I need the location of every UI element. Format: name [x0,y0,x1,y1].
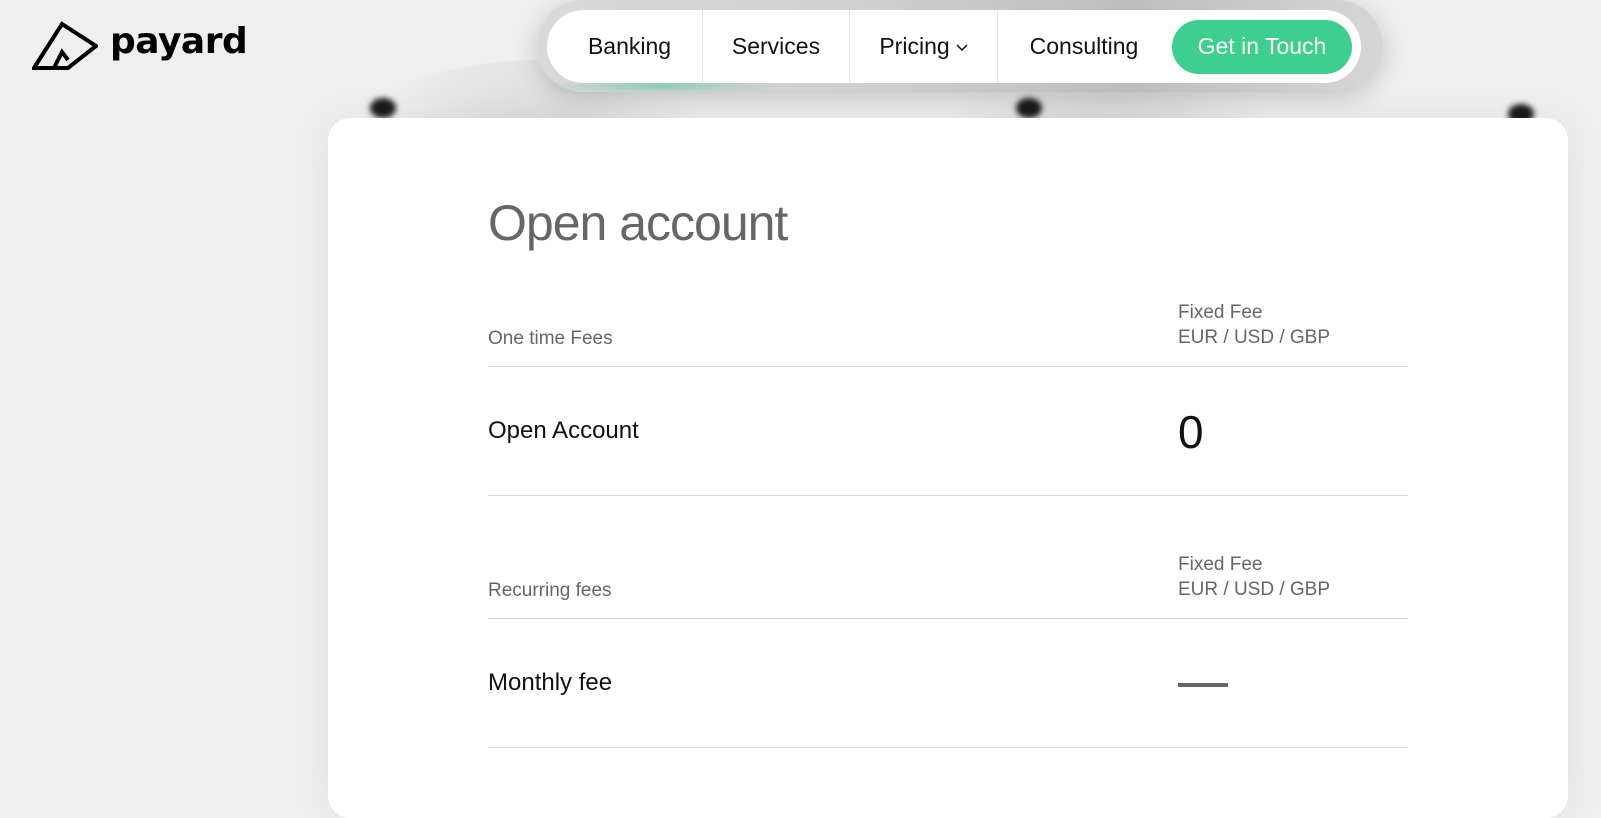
fee-column-header: Fixed Fee EUR / USD / GBP [1178,300,1330,350]
logo-mark-icon [32,20,98,70]
fee-name: Monthly fee [488,669,613,696]
decorative-dot [1016,98,1042,118]
get-in-touch-button[interactable]: Get in Touch [1172,19,1352,74]
chevron-down-icon [956,31,968,58]
main-nav: Banking Services Pricing Consulting Get … [547,10,1361,83]
nav-item-pricing-label: Pricing [879,33,950,59]
section-header-one-time-fees: One time Fees Fixed Fee EUR / USD / GBP [488,302,1408,367]
nav-item-banking[interactable]: Banking [547,10,703,83]
nav-item-services[interactable]: Services [703,10,850,83]
table-row: Open Account 0 [488,367,1408,496]
fee-value: 0 [1178,406,1204,458]
fee-name: Open Account [488,417,639,444]
fee-column-header: Fixed Fee EUR / USD / GBP [1178,552,1330,602]
fee-header-title: Fixed Fee [1178,554,1263,575]
section-label: Recurring fees [488,580,612,601]
fee-header-currencies: EUR / USD / GBP [1178,327,1331,348]
nav-item-consulting[interactable]: Consulting [998,10,1170,83]
fee-header-currencies: EUR / USD / GBP [1178,579,1331,600]
section-label: One time Fees [488,328,613,349]
fee-header-title: Fixed Fee [1178,302,1263,323]
table-row: Monthly fee — [488,619,1408,748]
brand-name: payard [110,21,248,62]
pricing-card: Open account One time Fees Fixed Fee EUR… [328,118,1568,818]
decorative-dot [370,98,396,118]
page-title: Open account [488,195,788,251]
nav-item-pricing[interactable]: Pricing [850,10,998,83]
brand-logo[interactable]: payard [32,20,248,70]
fee-value-dash [1178,683,1228,687]
section-header-recurring-fees: Recurring fees Fixed Fee EUR / USD / GBP [488,554,1408,619]
